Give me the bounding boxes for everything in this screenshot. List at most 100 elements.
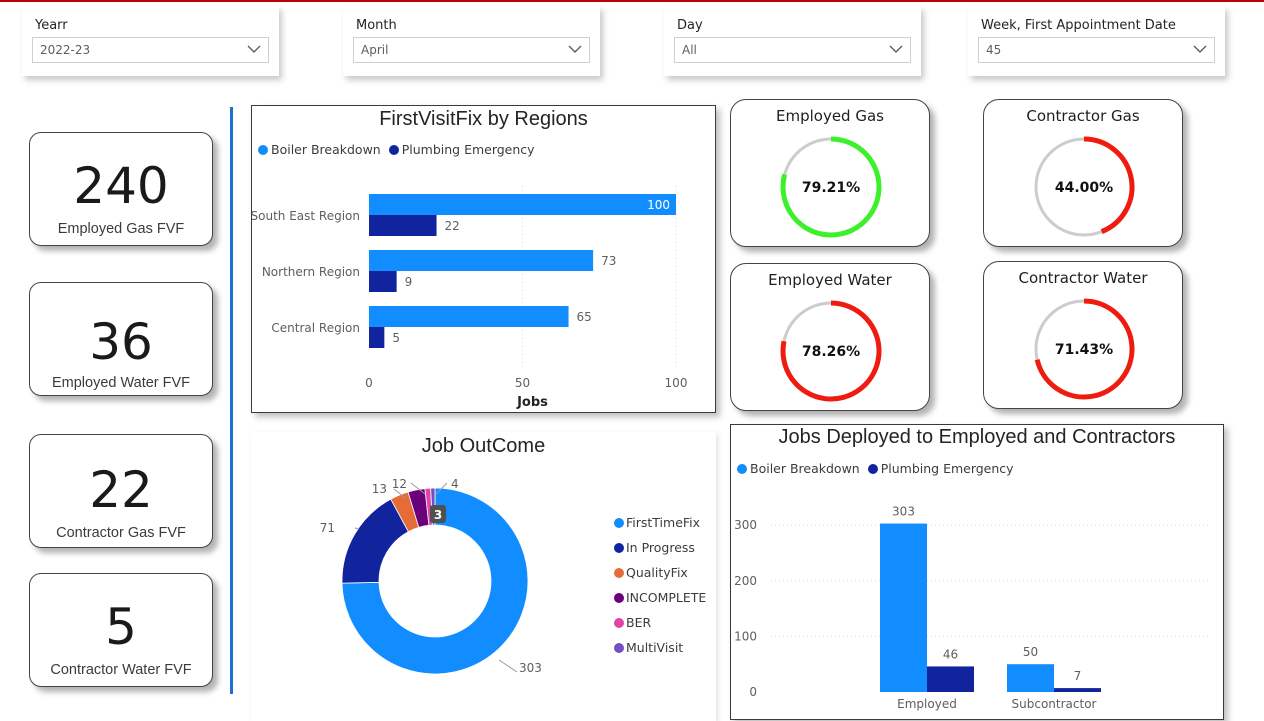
slicer-day-label: Day — [677, 18, 703, 33]
job-outcome-donut[interactable]: 303 71 13 12 4 3 FirstTimeFix In Progress Qualit… — [251, 432, 716, 721]
bar[interactable] — [369, 250, 594, 271]
data-label: 4 — [451, 477, 459, 491]
legend-dot — [614, 518, 624, 528]
slicer-month[interactable]: Month April — [343, 6, 600, 76]
leader-line — [498, 659, 518, 673]
bar[interactable] — [880, 523, 927, 692]
gauge-contractor-water[interactable]: Contractor Water 71.43% — [983, 261, 1183, 409]
legend-label[interactable]: FirstTimeFix — [626, 515, 700, 530]
data-label: 12 — [392, 477, 407, 491]
legend-dot — [614, 643, 624, 653]
category-label: Employed — [897, 697, 957, 711]
jobs-deployed-bar-chart[interactable]: 0 100 200 300 303 46 Employed 50 7 Subcontractor — [731, 425, 1223, 719]
slicer-year-dropdown[interactable]: 2022-23 — [32, 37, 269, 63]
job-outcome-panel[interactable]: Job OutCome 303 71 13 12 4 3 FirstTimeFix In Pr… — [251, 432, 716, 721]
gauge-value: 79.21% — [802, 180, 860, 196]
gauge-value: 44.00% — [1055, 180, 1113, 196]
chevron-down-icon[interactable] — [246, 42, 262, 56]
legend-label[interactable]: MultiVisit — [626, 640, 683, 655]
x-tick-label: 100 — [665, 376, 688, 390]
slicer-week-dropdown[interactable]: 45 — [978, 37, 1215, 63]
chevron-down-icon[interactable] — [567, 42, 583, 56]
bar[interactable] — [369, 194, 676, 215]
chevron-down-icon[interactable] — [1192, 42, 1208, 56]
kpi-card-contractor-water[interactable]: 5 Contractor Water FVF — [29, 573, 213, 687]
legend-dot — [614, 618, 624, 628]
bar[interactable] — [369, 215, 437, 236]
legend-label[interactable]: QualityFix — [626, 565, 688, 580]
kpi-caption: Employed Gas FVF — [57, 221, 185, 237]
slicer-day-dropdown[interactable]: All — [674, 37, 911, 63]
vertical-divider — [230, 107, 233, 694]
slicer-day[interactable]: Day All — [664, 6, 921, 76]
regions-chart-panel[interactable]: FirstVisitFix by Regions Boiler Breakdow… — [251, 105, 716, 413]
legend-dot — [614, 593, 624, 603]
bar[interactable] — [369, 327, 385, 348]
data-label: 22 — [445, 219, 460, 233]
data-label: 73 — [601, 254, 616, 268]
slicer-month-dropdown[interactable]: April — [353, 37, 590, 63]
top-accent-line — [0, 0, 1264, 2]
data-label: 3 — [434, 508, 442, 522]
kpi-value: 22 — [89, 461, 153, 519]
data-label: 7 — [1074, 669, 1082, 683]
legend-dot — [614, 568, 624, 578]
gauge-ring: 79.21% — [780, 136, 882, 238]
category-label: Subcontractor — [1012, 697, 1097, 711]
y-tick-label: 200 — [734, 574, 757, 588]
regions-bar-chart[interactable]: South East Region 100 22 Northern Region 73 9… — [252, 106, 715, 412]
data-label: 9 — [405, 275, 413, 289]
data-label: 46 — [943, 647, 958, 661]
gauge-ring: 71.43% — [1034, 298, 1135, 400]
bar[interactable] — [1007, 664, 1054, 692]
slicer-week-value: 45 — [986, 43, 1002, 57]
gauge-value: 78.26% — [802, 344, 860, 360]
data-label: 65 — [577, 310, 592, 324]
slicer-week-label: Week, First Appointment Date — [981, 18, 1176, 33]
kpi-caption: Contractor Water FVF — [50, 662, 192, 678]
kpi-value: 240 — [73, 157, 169, 215]
gauge-employed-gas[interactable]: Employed Gas 79.21% — [730, 99, 930, 247]
gauge-contractor-gas[interactable]: Contractor Gas 44.00% — [983, 99, 1183, 247]
jobs-deployed-panel[interactable]: Jobs Deployed to Employed and Contractor… — [730, 424, 1224, 720]
category-label: Central Region — [271, 321, 360, 335]
slicer-month-value: April — [361, 43, 389, 57]
gauge-employed-water[interactable]: Employed Water 78.26% — [730, 263, 930, 411]
bar[interactable] — [927, 666, 974, 692]
kpi-card-contractor-gas[interactable]: 22 Contractor Gas FVF — [29, 434, 213, 548]
gauge-ring: 78.26% — [780, 300, 882, 402]
slicer-year[interactable]: Yearr 2022-23 — [22, 6, 279, 76]
data-label: 71 — [320, 521, 335, 535]
legend-dot — [614, 543, 624, 553]
kpi-card-employed-water[interactable]: 36 Employed Water FVF — [29, 282, 213, 396]
y-tick-label: 0 — [749, 685, 757, 699]
x-tick-label: 0 — [365, 376, 373, 390]
data-label: 303 — [892, 505, 915, 519]
data-label: 5 — [392, 331, 400, 345]
data-label: 100 — [647, 198, 670, 212]
x-axis-title: Jobs — [516, 395, 548, 410]
slicer-day-value: All — [682, 43, 697, 57]
kpi-value: 5 — [105, 598, 137, 656]
kpi-caption: Employed Water FVF — [51, 375, 191, 391]
gauge-value: 71.43% — [1055, 342, 1113, 358]
gauge-ring: 44.00% — [1034, 136, 1135, 237]
category-label: Northern Region — [262, 265, 360, 279]
category-label: South East Region — [252, 209, 360, 223]
bar[interactable] — [1054, 688, 1101, 692]
kpi-card-employed-gas[interactable]: 240 Employed Gas FVF — [29, 132, 213, 246]
data-label: 50 — [1023, 645, 1038, 659]
slicer-year-value: 2022-23 — [40, 43, 91, 57]
slicer-week[interactable]: Week, First Appointment Date 45 — [968, 6, 1225, 76]
bar[interactable] — [369, 271, 397, 292]
legend-label[interactable]: BER — [626, 615, 651, 630]
data-label: 13 — [372, 482, 387, 496]
kpi-value: 36 — [89, 313, 153, 371]
kpi-caption: Contractor Gas FVF — [56, 525, 186, 541]
slicer-month-label: Month — [356, 18, 397, 33]
legend-label[interactable]: INCOMPLETE — [626, 590, 706, 605]
y-tick-label: 300 — [734, 518, 757, 532]
bar[interactable] — [369, 306, 569, 327]
legend-label[interactable]: In Progress — [626, 540, 695, 555]
chevron-down-icon[interactable] — [888, 42, 904, 56]
